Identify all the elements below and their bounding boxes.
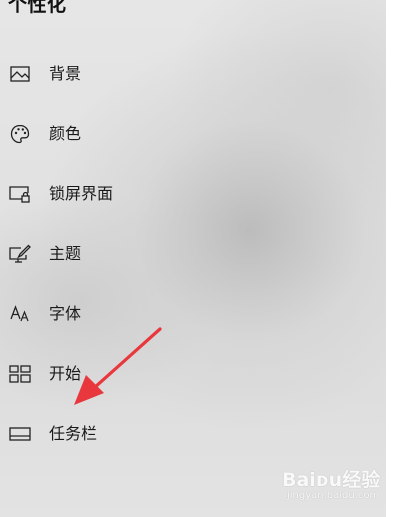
personalization-sidebar: 个性化 背景 颜色 锁屏界面 主题 字体 开始 任务栏 bbox=[0, 0, 386, 517]
nav-item-background[interactable]: 背景 bbox=[0, 44, 386, 104]
watermark-brand: Baiᴅu经验 bbox=[282, 469, 381, 491]
nav-label-start: 开始 bbox=[49, 364, 82, 383]
nav-item-start[interactable]: 开始 bbox=[0, 344, 386, 404]
watermark-url: jingyan.baidu.com bbox=[287, 490, 380, 501]
nav-item-font[interactable]: 字体 bbox=[0, 284, 386, 344]
nav-label-theme: 主题 bbox=[49, 244, 82, 263]
nav-item-taskbar[interactable]: 任务栏 bbox=[0, 404, 386, 464]
nav-label-color: 颜色 bbox=[49, 124, 82, 143]
nav-item-theme[interactable]: 主题 bbox=[0, 224, 386, 284]
start-grid-icon bbox=[8, 362, 32, 386]
palette-icon bbox=[8, 122, 32, 146]
lock-screen-icon bbox=[8, 182, 32, 206]
nav-item-color[interactable]: 颜色 bbox=[0, 104, 386, 164]
theme-brush-icon bbox=[8, 242, 32, 266]
picture-icon bbox=[8, 62, 32, 86]
nav-list: 背景 颜色 锁屏界面 主题 字体 开始 任务栏 bbox=[0, 44, 386, 464]
settings-screen: 个性化 背景 颜色 锁屏界面 主题 字体 开始 任务栏 Baiᴅu经验 jing… bbox=[0, 0, 403, 517]
nav-label-background: 背景 bbox=[49, 64, 82, 83]
nav-label-taskbar: 任务栏 bbox=[49, 424, 98, 443]
nav-label-font: 字体 bbox=[49, 304, 82, 323]
nav-label-lock-screen: 锁屏界面 bbox=[49, 184, 114, 203]
font-icon bbox=[8, 302, 32, 326]
taskbar-icon bbox=[8, 422, 32, 446]
page-title: 个性化 bbox=[8, 0, 67, 16]
nav-item-lock-screen[interactable]: 锁屏界面 bbox=[0, 164, 386, 224]
